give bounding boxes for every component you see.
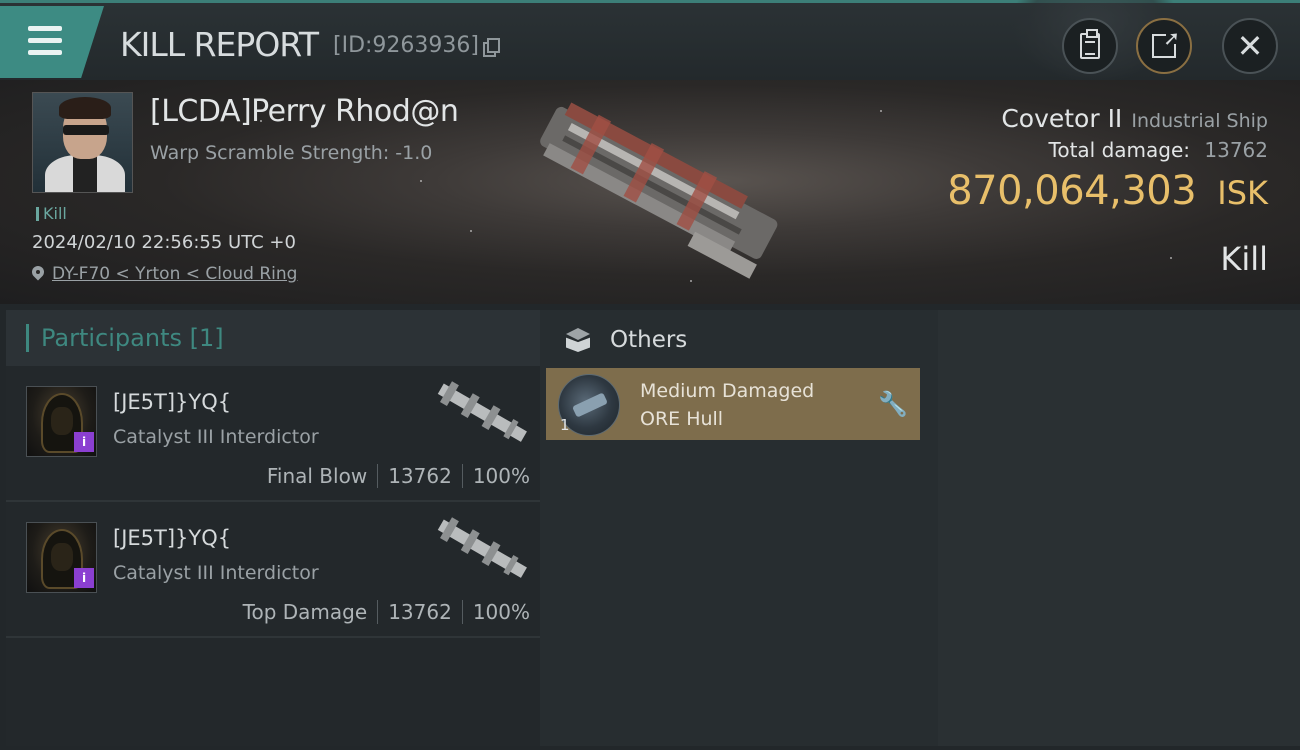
participant-stats: Final Blow 13762 100%: [267, 464, 530, 488]
pilot-portrait[interactable]: [32, 92, 133, 193]
participant-row[interactable]: i [JE5T]}YQ{ Catalyst III Interdictor To…: [6, 502, 540, 638]
others-header: Others: [540, 310, 938, 370]
participant-ship: Catalyst III Interdictor: [113, 426, 319, 448]
export-button[interactable]: [1136, 18, 1192, 74]
menu-button[interactable]: [0, 6, 104, 78]
item-name-line-2: ORE Hull: [640, 408, 724, 430]
participant-name: [JE5T]}YQ{: [113, 526, 232, 550]
role-badge-icon: i: [74, 432, 94, 452]
participant-damage: 13762: [388, 600, 452, 624]
wrench-icon[interactable]: 🔧: [878, 390, 908, 418]
kill-location-link[interactable]: DY-F70 < Yrton < Cloud Ring: [32, 264, 297, 284]
victim-ship-image: [540, 102, 778, 279]
participant-role: Final Blow: [266, 464, 368, 488]
participant-stats: Top Damage 13762 100%: [243, 600, 530, 624]
kill-banner: [LCDA]Perry Rhod@n Warp Scramble Strengt…: [0, 80, 1300, 304]
location-text: DY-F70 < Yrton < Cloud Ring: [52, 264, 298, 284]
victim-ship: Covetor II Industrial Ship: [1001, 104, 1268, 133]
report-id-text: [ID:9263936]: [333, 33, 479, 58]
total-damage-label: Total damage:: [1048, 138, 1191, 162]
cargo-box-icon: [564, 326, 592, 354]
total-damage-value: 13762: [1204, 138, 1268, 162]
participant-percent: 100%: [472, 600, 530, 624]
export-icon: [1152, 26, 1180, 58]
participant-percent: 100%: [472, 464, 530, 488]
pilot-name[interactable]: [LCDA]Perry Rhod@n: [150, 94, 459, 129]
participant-ship-image: [437, 517, 527, 578]
participant-name: [JE5T]}YQ{: [113, 390, 232, 414]
close-icon: ✕: [1236, 27, 1264, 65]
participant-ship: Catalyst III Interdictor: [113, 562, 319, 584]
participant-damage: 13762: [388, 464, 452, 488]
others-panel: Others 1 Medium Damaged ORE Hull 🔧: [540, 310, 938, 746]
clipboard-icon: [1080, 29, 1100, 59]
role-badge-icon: i: [74, 568, 94, 588]
participant-row[interactable]: i [JE5T]}YQ{ Catalyst III Interdictor Fi…: [6, 366, 540, 502]
warp-scramble-strength: Warp Scramble Strength: -1.0: [150, 142, 433, 164]
title-bar: KILL REPORT [ID:9263936] ✕: [0, 0, 1300, 83]
participant-ship-image: [437, 381, 527, 442]
page-title: KILL REPORT: [120, 25, 319, 64]
isk-unit: ISK: [1217, 174, 1268, 212]
participants-header: Participants [1]: [6, 310, 540, 366]
item-name-line-1: Medium Damaged: [640, 380, 815, 402]
isk-amount: 870,064,303: [947, 168, 1197, 214]
close-button[interactable]: ✕: [1222, 18, 1278, 74]
menu-icon: [28, 26, 62, 31]
empty-area: [938, 310, 1300, 746]
participants-panel: Participants [1] i [JE5T]}YQ{ Catalyst I…: [6, 310, 540, 746]
kill-report-window: KILL REPORT [ID:9263936] ✕ [LCDA]Perry R…: [0, 0, 1300, 750]
others-title: Others: [610, 327, 688, 353]
kill-result: Kill: [1220, 240, 1268, 278]
copy-icon[interactable]: [483, 37, 500, 57]
location-pin-icon: [32, 266, 44, 282]
ship-name[interactable]: Covetor II: [1001, 104, 1122, 133]
dropped-item[interactable]: 1 Medium Damaged ORE Hull 🔧: [546, 368, 920, 440]
participant-role: Top Damage: [242, 600, 368, 624]
report-id: [ID:9263936]: [333, 33, 500, 58]
kill-tag: Kill: [36, 204, 67, 223]
isk-value: 870,064,303 ISK: [947, 168, 1268, 214]
kill-datetime: 2024/02/10 22:56:55 UTC +0: [32, 232, 296, 253]
total-damage: Total damage: 13762: [1049, 138, 1268, 162]
ship-class: Industrial Ship: [1131, 110, 1268, 132]
report-button[interactable]: [1062, 18, 1118, 74]
item-quantity: 1: [560, 416, 570, 434]
